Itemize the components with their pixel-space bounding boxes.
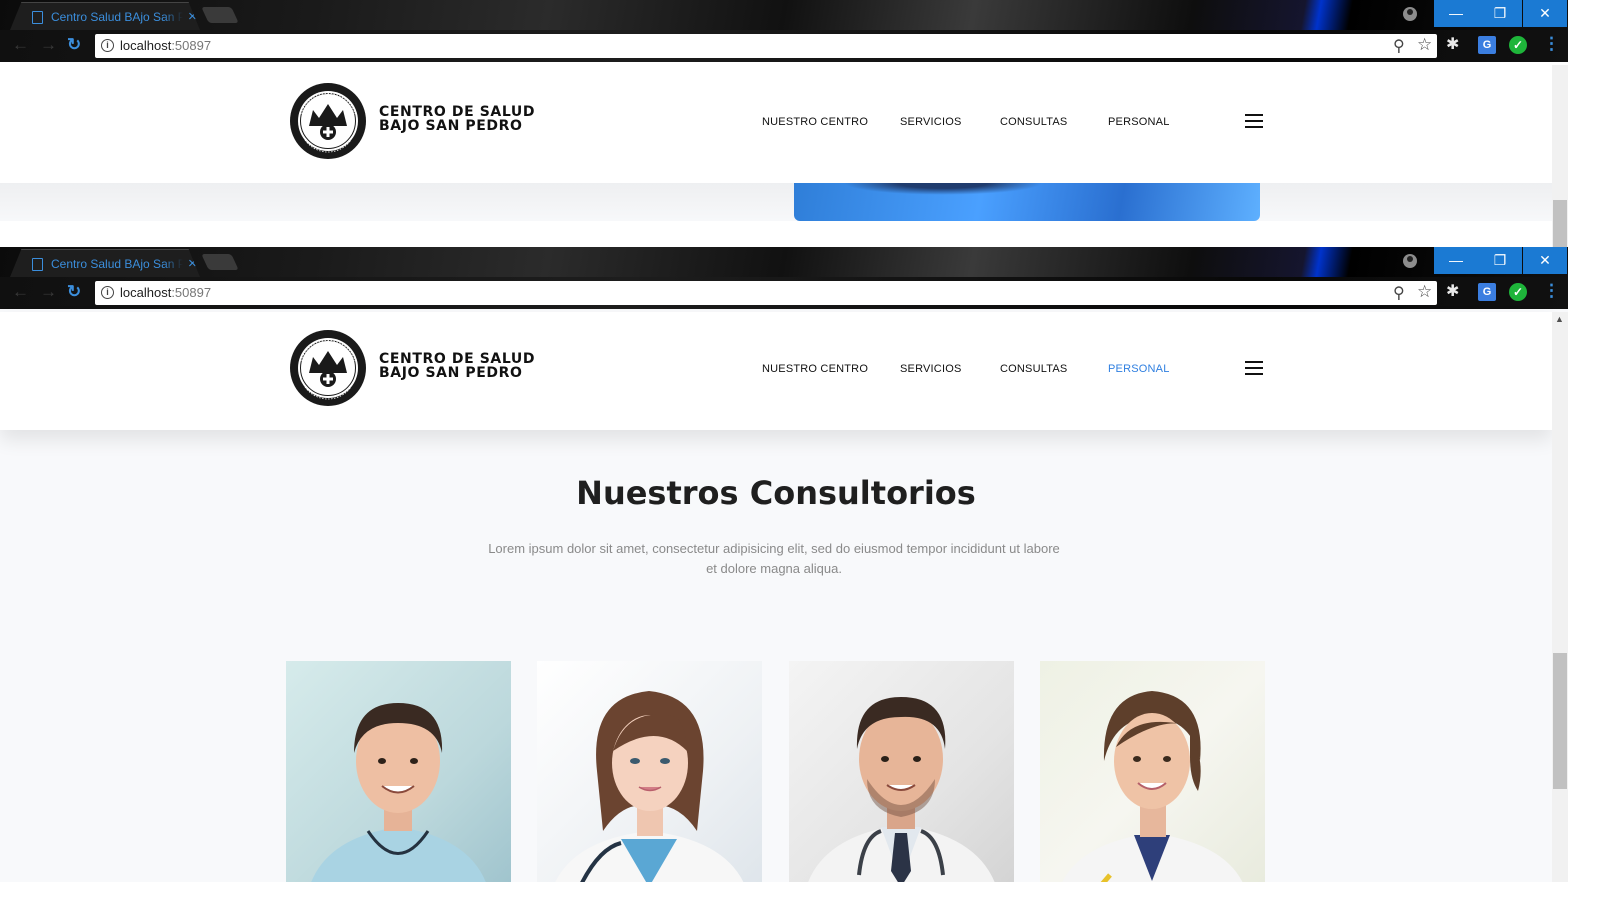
nav-personal[interactable]: PERSONAL (1108, 116, 1170, 128)
nav-servicios[interactable]: SERVICIOS (900, 116, 962, 128)
nav-nuestro-centro[interactable]: NUESTRO CENTRO (762, 363, 868, 375)
url-text: localhost:50897 (120, 38, 211, 53)
doctor-photo-female-stethoscope (555, 691, 744, 882)
close-window-button[interactable]: ✕ (1523, 247, 1567, 274)
url-host: localhost (120, 285, 172, 300)
url-host: localhost (120, 38, 172, 53)
scroll-up-arrow-icon[interactable]: ▲ (1555, 314, 1564, 324)
address-bar[interactable]: i localhost:50897 ⚲ ☆ (95, 34, 1437, 58)
document-icon (32, 258, 43, 271)
browser-toolbar: ← → ↻ i localhost:50897 ⚲ ☆ ✱ G ✓ ⋮ (0, 30, 1568, 62)
browser-tab[interactable]: Centro Salud BAjo San Pe × (10, 2, 200, 30)
hamburger-menu-icon[interactable] (1245, 361, 1263, 375)
browser-menu-icon[interactable]: ⋮ (1543, 282, 1560, 300)
profile-icon[interactable] (1403, 7, 1417, 21)
check-extension-icon[interactable]: ✓ (1509, 36, 1527, 54)
vertical-scrollbar[interactable]: ▲ (1552, 312, 1568, 882)
browser-window-top: Centro Salud BAjo San Pe × — ❐ ✕ ← → ↻ i… (0, 0, 1568, 247)
nav-consultas[interactable]: CONSULTAS (1000, 116, 1067, 128)
url-port: :50897 (171, 285, 212, 300)
nav-consultas[interactable]: CONSULTAS (1000, 363, 1067, 375)
nav-nuestro-centro[interactable]: NUESTRO CENTRO (762, 116, 868, 128)
hamburger-menu-icon[interactable] (1245, 114, 1263, 128)
doctor-photo-male-scrubs (311, 703, 486, 882)
new-tab-button[interactable] (201, 254, 239, 270)
brand-line-1: CENTRO DE SALUD (379, 104, 536, 120)
bookmark-star-icon[interactable]: ☆ (1417, 282, 1432, 302)
scrollbar-thumb[interactable] (1553, 200, 1567, 247)
document-icon (32, 11, 43, 24)
doctor-photo-male-tie (808, 697, 995, 882)
back-arrow-icon[interactable]: ← (12, 36, 29, 54)
minimize-button[interactable]: — (1434, 247, 1478, 274)
zoom-icon[interactable]: ⚲ (1393, 283, 1405, 303)
extension-puzzle-icon[interactable]: ✱ (1446, 283, 1464, 301)
section-title: Nuestros Consultorios (576, 474, 976, 512)
address-bar[interactable]: i localhost:50897 ⚲ ☆ (95, 281, 1437, 305)
extension-puzzle-icon[interactable]: ✱ (1446, 36, 1464, 54)
url-text: localhost:50897 (120, 285, 211, 300)
page-background (0, 221, 1552, 247)
forward-arrow-icon[interactable]: → (40, 283, 57, 301)
doctor-card[interactable] (1040, 661, 1265, 882)
doctor-card[interactable] (789, 661, 1014, 882)
tab-title: Centro Salud BAjo San Pe (51, 257, 183, 271)
bookmark-star-icon[interactable]: ☆ (1417, 35, 1432, 55)
zoom-icon[interactable]: ⚲ (1393, 36, 1405, 56)
translate-extension-icon[interactable]: G (1478, 36, 1496, 54)
hero-section-bottom (0, 183, 1552, 221)
translate-extension-icon[interactable]: G (1478, 283, 1496, 301)
forward-arrow-icon[interactable]: → (40, 36, 57, 54)
close-window-button[interactable]: ✕ (1523, 0, 1567, 27)
tab-title: Centro Salud BAjo San Pe (51, 10, 183, 24)
doctor-card[interactable] (286, 661, 511, 882)
site-header: CENTRO DE SALUD BAJO SAN PEDRO NUESTRO C… (0, 312, 1552, 430)
browser-window-bottom: Centro Salud BAjo San Pe × — ❐ ✕ ← → ↻ i… (0, 247, 1568, 882)
browser-toolbar: ← → ↻ i localhost:50897 ⚲ ☆ ✱ G ✓ ⋮ (0, 277, 1568, 309)
vertical-scrollbar[interactable] (1552, 65, 1568, 247)
minimize-button[interactable]: — (1434, 0, 1478, 27)
site-header: CENTRO DE SALUD BAJO SAN PEDRO NUESTRO C… (0, 65, 1552, 183)
doctor-photo-female-white-coat (1062, 691, 1243, 882)
browser-tab[interactable]: Centro Salud BAjo San Pe × (10, 249, 200, 277)
new-tab-button[interactable] (201, 7, 239, 23)
brand-name[interactable]: CENTRO DE SALUD BAJO SAN PEDRO (379, 105, 535, 133)
logo-seal-icon[interactable] (289, 82, 367, 160)
nav-personal[interactable]: PERSONAL (1108, 363, 1170, 375)
check-extension-icon[interactable]: ✓ (1509, 283, 1527, 301)
browser-menu-icon[interactable]: ⋮ (1543, 35, 1560, 53)
title-bar: Centro Salud BAjo San Pe × — ❐ ✕ (0, 247, 1568, 277)
close-tab-icon[interactable]: × (188, 8, 197, 26)
reload-icon[interactable]: ↻ (67, 283, 81, 301)
scrollbar-thumb[interactable] (1553, 653, 1567, 789)
brand-line-1: CENTRO DE SALUD (379, 351, 536, 367)
brand-line-2: BAJO SAN PEDRO (379, 118, 523, 134)
doctor-card[interactable] (537, 661, 762, 882)
nav-servicios[interactable]: SERVICIOS (900, 363, 962, 375)
brand-line-2: BAJO SAN PEDRO (379, 365, 523, 381)
url-port: :50897 (171, 38, 212, 53)
brand-name[interactable]: CENTRO DE SALUD BAJO SAN PEDRO (379, 352, 535, 380)
hero-doctor-image (794, 183, 1260, 221)
reload-icon[interactable]: ↻ (67, 36, 81, 54)
restore-button[interactable]: ❐ (1478, 247, 1522, 274)
back-arrow-icon[interactable]: ← (12, 283, 29, 301)
section-description: Lorem ipsum dolor sit amet, consectetur … (488, 541, 1060, 576)
close-tab-icon[interactable]: × (188, 255, 197, 273)
logo-seal-icon[interactable] (289, 329, 367, 407)
title-bar: Centro Salud BAjo San Pe × — ❐ ✕ (0, 0, 1568, 30)
info-icon[interactable]: i (101, 286, 114, 299)
info-icon[interactable]: i (101, 39, 114, 52)
restore-button[interactable]: ❐ (1478, 0, 1522, 27)
profile-icon[interactable] (1403, 254, 1417, 268)
